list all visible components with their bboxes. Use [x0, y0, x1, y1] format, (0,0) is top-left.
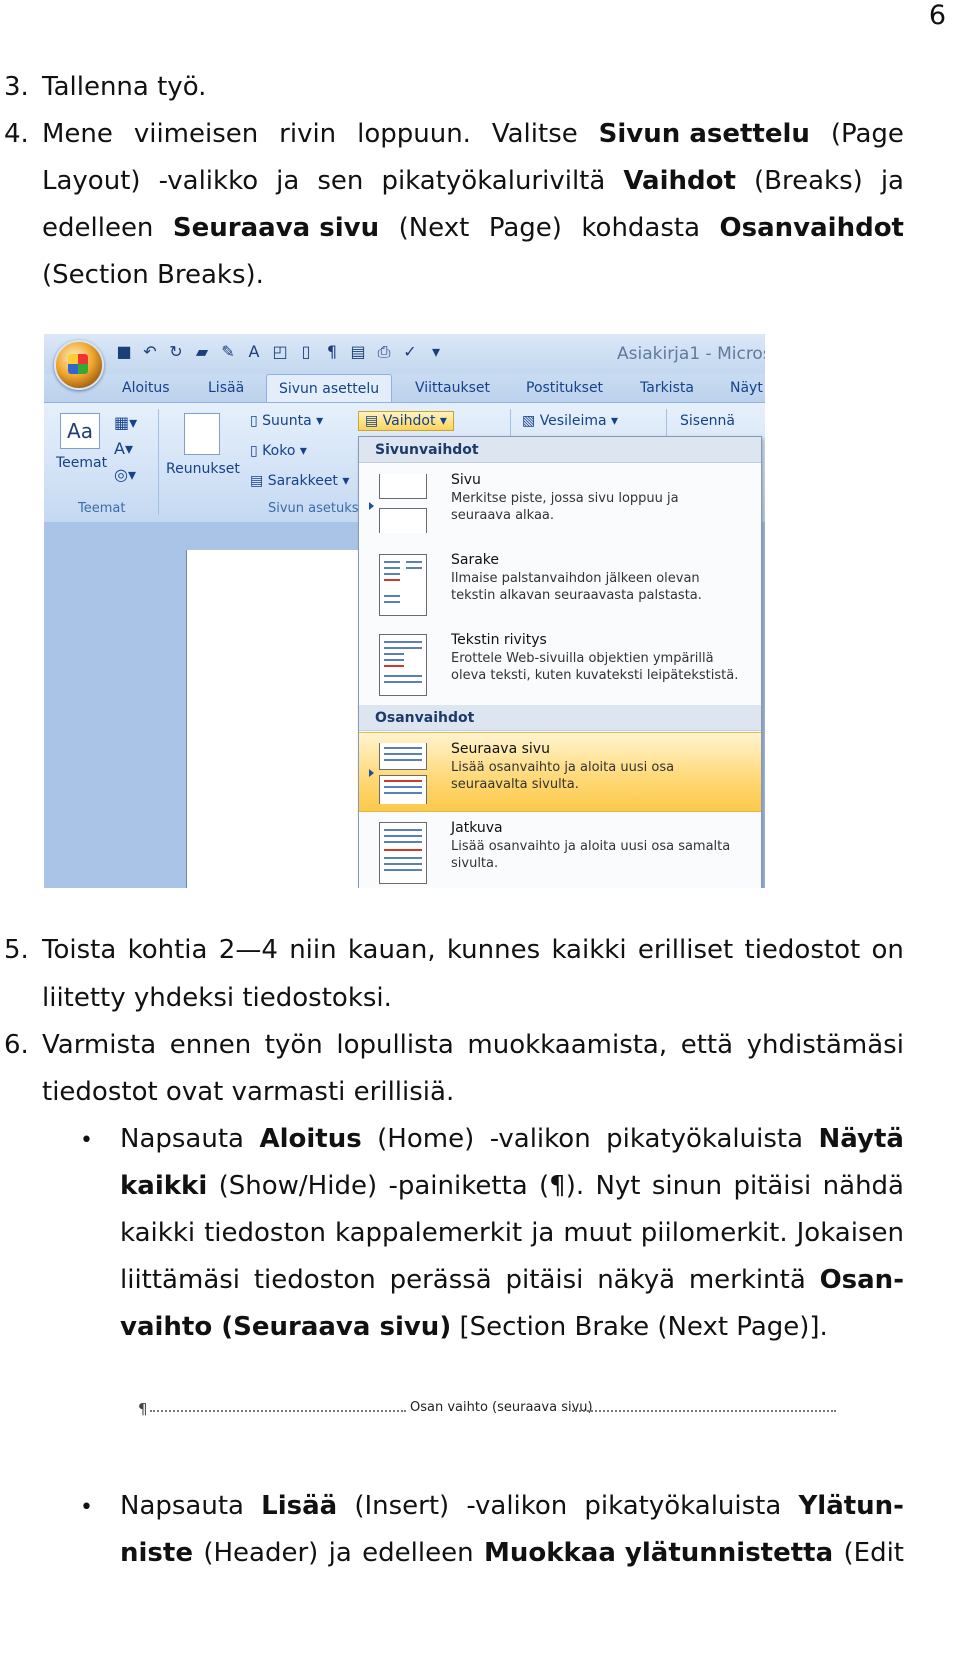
menu-item-description: Lisää osanvaihto ja aloita uusi osa sama… [451, 839, 731, 871]
themes-icon[interactable]: Aa [60, 413, 100, 449]
menu-item-jatkuva[interactable]: Jatkuva Lisää osanvaihto ja aloita uusi … [359, 812, 761, 888]
step-6-line-2: tiedostot ovat varmasti erillisiä. [42, 1077, 455, 1107]
save-icon[interactable]: ■ [114, 341, 134, 363]
word-screenshot: ■ ↶ ↻ ▰ ✎ A ◰ ▯ ¶ ▤ ⎙ ✓ ▾ Asiakirja1 - M… [44, 334, 765, 888]
menu-item-seuraava-sivu[interactable]: Seuraava sivu Lisää osanvaihto ja aloita… [359, 732, 761, 812]
group-label-teemat: Teemat [78, 501, 126, 516]
bullet-icon: • [80, 1128, 93, 1153]
continuous-section-icon [379, 822, 427, 884]
new-doc-icon[interactable]: ▯ [296, 341, 316, 363]
step-4-line-1: Mene viimeisen rivin loppuun. Valitse Sivun a… [42, 119, 904, 149]
menu-item-description: Merkitse piste, jossa sivu loppuu ja seur… [451, 491, 679, 523]
tab-aloitus[interactable]: Aloitus [122, 380, 170, 396]
page-break-icon [379, 474, 427, 534]
spelling-icon[interactable]: ✓ [400, 341, 420, 363]
bullet-1-line-5: vaihto (Seuraava sivu) [Section Brake (N… [120, 1312, 828, 1342]
page-number: 6 [928, 0, 946, 31]
menu-item-sarake[interactable]: Sarake Ilmaise palstanvaihdon jälkeen ol… [359, 544, 761, 622]
menu-item-title: Sarake [451, 552, 500, 568]
menu-item-tekstin-rivitys[interactable]: Tekstin rivitys Erottele Web-sivuilla ob… [359, 624, 761, 702]
office-button[interactable] [54, 340, 104, 390]
font-icon[interactable]: A [244, 341, 264, 363]
menu-item-title: Seuraava sivu [451, 741, 550, 757]
tab-lisaa[interactable]: Lisää [208, 380, 244, 396]
dotted-line [150, 1410, 406, 1412]
menu-section-sivunvaihdot: Sivunvaihdot [359, 437, 761, 463]
pilcrow-icon: ¶ [138, 1400, 148, 1418]
next-page-section-icon [379, 743, 427, 804]
submenu-arrow-icon [369, 502, 374, 510]
themes-button[interactable]: Teemat [56, 455, 107, 471]
menu-item-description: Lisää osanvaihto ja aloita uusi osa seura… [451, 760, 675, 792]
ribbon-tabs: Aloitus Lisää Sivun asettelu Viittaukset… [44, 374, 765, 409]
format-icon[interactable]: ✎ [218, 341, 238, 363]
step-6-line-1: Varmista ennen työn lopullista muokkaamista,… [42, 1030, 904, 1060]
menu-item-title: Jatkuva [451, 820, 503, 836]
section-break-marker: ¶ Osan vaihto (seuraava sivu) [138, 1400, 838, 1420]
step-3-number: 3. [4, 72, 29, 102]
bullet-1-line-4: liittämäsi tiedoston perässä pitäisi näkyä me… [120, 1265, 904, 1295]
bullet-1-line-1: Napsauta Aloitus (Home) -valikon pikatyökalu… [120, 1124, 904, 1154]
theme-effects-icon[interactable]: ◎▾ [114, 465, 136, 484]
step-4-line-3: edelleen Seuraava sivu (Next Page) kohdasta O… [42, 213, 904, 243]
dotted-line [572, 1410, 836, 1412]
margins-icon[interactable] [184, 413, 220, 455]
menu-section-osanvaihdot: Osanvaihdot [359, 705, 761, 731]
submenu-arrow-icon [369, 769, 374, 777]
menu-item-description: Erottele Web-sivuilla objektien ympärill… [451, 651, 739, 683]
undo-icon[interactable]: ↶ [140, 341, 160, 363]
menu-item-title: Sivu [451, 472, 481, 488]
step-5-line-2: liitetty yhdeksi tiedostoksi. [42, 983, 392, 1013]
window-title: Asiakirja1 - Micros [617, 344, 765, 364]
step-4-line-2: Layout) -valikko ja sen pikatyökaluriviltä Va… [42, 166, 904, 196]
preview-icon[interactable]: ◰ [270, 341, 290, 363]
group-separator [158, 409, 159, 515]
print-icon[interactable]: ⎙ [374, 341, 394, 363]
column-break-icon [379, 554, 427, 616]
menu-item-description: Ilmaise palstanvaihdon jälkeen olevan tek… [451, 571, 702, 603]
quick-access-toolbar: ■ ↶ ↻ ▰ ✎ A ◰ ▯ ¶ ▤ ⎙ ✓ ▾ Asiakirja1 - M… [44, 334, 765, 374]
customize-icon[interactable]: ▾ [426, 341, 446, 363]
size-button[interactable]: ▯ Koko ▾ [250, 443, 307, 459]
paste-icon[interactable]: ▤ [348, 341, 368, 363]
step-6-number: 6. [4, 1030, 29, 1060]
indent-label: Sisennä [680, 413, 736, 429]
step-5-number: 5. [4, 935, 29, 965]
watermark-button[interactable]: ▧ Vesileima ▾ [522, 413, 618, 429]
text-wrapping-icon [379, 634, 427, 696]
orientation-button[interactable]: ▯ Suunta ▾ [250, 413, 323, 429]
bullet-icon: • [80, 1495, 93, 1520]
step-3-text: Tallenna työ. [42, 72, 207, 102]
menu-item-title: Tekstin rivitys [451, 632, 547, 648]
step-4-number: 4. [4, 119, 29, 149]
show-hide-icon[interactable]: ¶ [322, 341, 342, 363]
bullet-1-line-3: kaikki tiedoston kappalemerkit ja muut piilom… [120, 1218, 904, 1248]
step-4-line-4: (Section Breaks). [42, 260, 264, 290]
tab-tarkista[interactable]: Tarkista [640, 380, 694, 396]
breaks-menu: Sivunvaihdot Sivu Merkitse piste, jossa … [358, 436, 762, 888]
document-page [186, 550, 377, 888]
tab-viittaukset[interactable]: Viittaukset [415, 380, 490, 396]
open-icon[interactable]: ▰ [192, 341, 212, 363]
bullet-2-line-2: niste (Header) ja edelleen Muokkaa ylätunnis… [120, 1538, 904, 1568]
menu-item-sivu[interactable]: Sivu Merkitse piste, jossa sivu loppuu j… [359, 464, 761, 542]
redo-icon[interactable]: ↻ [166, 341, 186, 363]
theme-fonts-icon[interactable]: A▾ [114, 439, 133, 458]
tab-postitukset[interactable]: Postitukset [526, 380, 603, 396]
tab-nayta[interactable]: Näyt [730, 380, 763, 396]
columns-button[interactable]: ▤ Sarakkeet ▾ [250, 473, 349, 489]
breaks-button[interactable]: ▤ Vaihdot ▾ [358, 411, 454, 431]
bullet-2-line-1: Napsauta Lisää (Insert) -valikon pikatyökalu… [120, 1491, 904, 1521]
bullet-1-line-2: kaikki (Show/Hide) -painiketta (¶). Nyt sinun… [120, 1171, 904, 1201]
margins-button[interactable]: Reunukset [166, 461, 240, 477]
group-label-sivun-asetukset: Sivun asetuks [268, 501, 359, 516]
theme-colors-icon[interactable]: ▦▾ [114, 413, 137, 432]
section-break-label: Osan vaihto (seuraava sivu) [410, 1400, 593, 1415]
step-5-line-1: Toista kohtia 2—4 niin kauan, kunnes kaikki eri… [42, 935, 904, 965]
